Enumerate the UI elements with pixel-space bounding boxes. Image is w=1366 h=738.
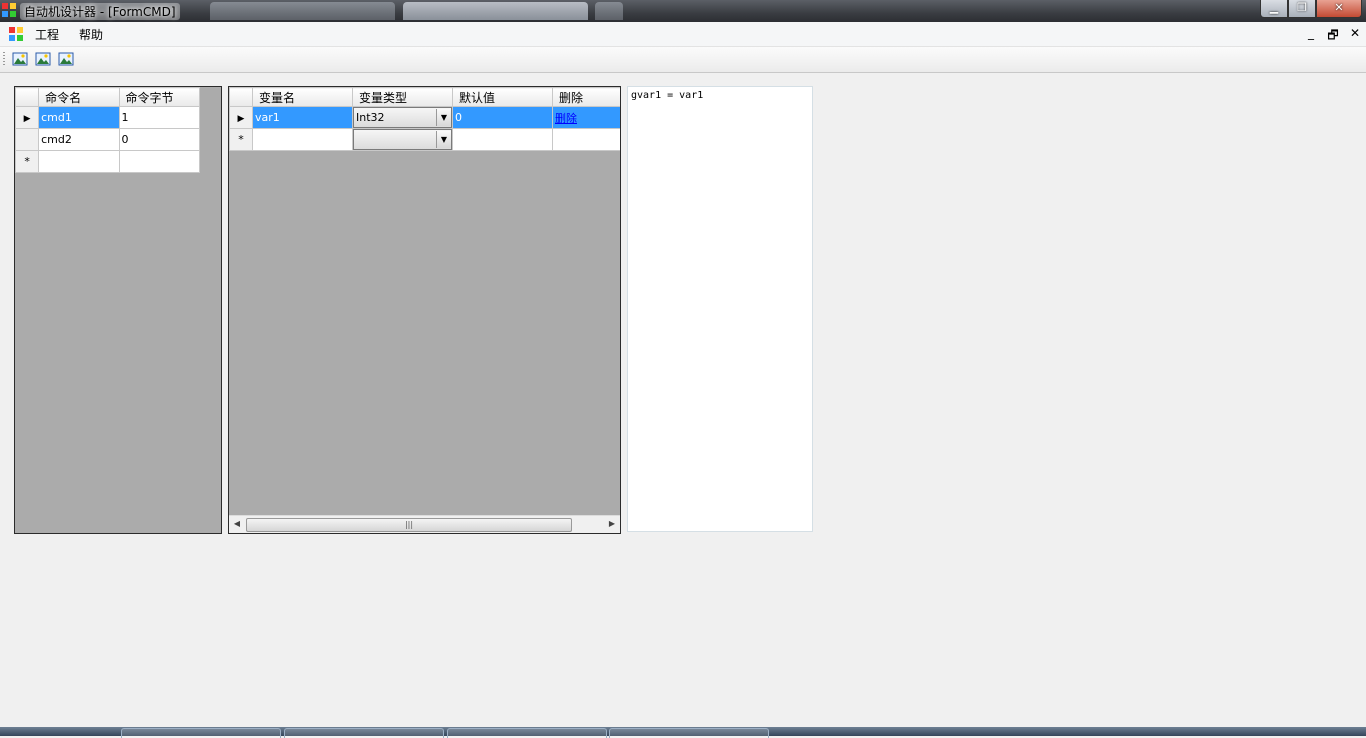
new-row-marker[interactable]: * [15, 150, 40, 173]
new-row-marker[interactable]: * [229, 128, 253, 151]
new-variable-type-combobox[interactable]: ▼ [353, 129, 452, 150]
menu-help[interactable]: 帮助 [79, 26, 103, 43]
toolbar [0, 47, 1366, 73]
variable-type-cell[interactable]: Int32 ▼ [352, 106, 453, 129]
row-header-corner [15, 87, 40, 107]
window-title: 自动机设计器 - [FormCMD] [20, 3, 180, 20]
taskbar-button[interactable] [121, 728, 281, 738]
taskbar [0, 727, 1366, 738]
scrollbar-thumb[interactable]: ||| [246, 518, 572, 532]
app-icon [2, 3, 16, 17]
delete-link[interactable]: 删除 [555, 112, 577, 125]
column-header-default-value[interactable]: 默认值 [452, 87, 553, 107]
variable-grid[interactable]: 变量名 变量类型 默认值 删除 ▶ var1 Int32 ▼ 0 删除 * ▼ … [228, 86, 621, 534]
new-row[interactable]: * [15, 150, 201, 173]
scroll-right-icon[interactable]: ▶ [605, 517, 619, 531]
new-default-value-cell[interactable] [452, 128, 553, 151]
mdi-child-icon[interactable] [8, 26, 24, 42]
command-byte-cell[interactable]: 0 [118, 128, 201, 151]
window-close-button[interactable]: ✕ [1316, 0, 1362, 18]
delete-cell[interactable]: 删除 [552, 106, 620, 129]
column-header-command-name[interactable]: 命令名 [38, 87, 120, 107]
variable-name-cell[interactable]: var1 [252, 106, 353, 129]
mdi-close-button[interactable]: ✕ [1348, 26, 1362, 47]
image-icon[interactable] [12, 51, 28, 67]
image-icon[interactable] [35, 51, 51, 67]
mdi-restore-button[interactable]: 🗗 [1326, 26, 1340, 47]
variable-type-combobox[interactable]: Int32 ▼ [353, 107, 452, 128]
row-header[interactable] [15, 128, 40, 151]
table-row[interactable]: cmd2 0 [15, 128, 201, 151]
horizontal-scrollbar[interactable]: ◀ ||| ▶ [229, 515, 620, 533]
column-header-command-byte[interactable]: 命令字节 [118, 87, 201, 107]
current-row-icon[interactable]: ▶ [15, 106, 40, 129]
new-variable-name-cell[interactable] [252, 128, 353, 151]
new-command-byte-cell[interactable] [118, 150, 201, 173]
taskbar-button[interactable] [447, 728, 607, 738]
current-row-icon[interactable]: ▶ [229, 106, 253, 129]
image-icon[interactable] [58, 51, 74, 67]
command-byte-cell[interactable]: 1 [118, 106, 201, 129]
window-minimize-button[interactable]: ▁ [1260, 0, 1288, 18]
default-value-cell[interactable]: 0 [452, 106, 553, 129]
new-command-name-cell[interactable] [38, 150, 120, 173]
toolbar-grip[interactable] [3, 52, 5, 66]
background-tab [403, 2, 588, 20]
chevron-down-icon[interactable]: ▼ [436, 131, 451, 148]
command-grid[interactable]: 命令名 命令字节 ▶ cmd1 1 cmd2 0 * [14, 86, 222, 534]
taskbar-button[interactable] [284, 728, 444, 738]
new-variable-type-cell[interactable]: ▼ [352, 128, 453, 151]
window-maximize-button[interactable]: ❐ [1288, 0, 1316, 18]
table-row[interactable]: ▶ var1 Int32 ▼ 0 删除 [229, 106, 620, 129]
background-tab [595, 2, 623, 20]
column-header-variable-type[interactable]: 变量类型 [352, 87, 453, 107]
variable-type-value: Int32 [356, 111, 385, 124]
generated-code-textbox[interactable]: gvar1 = var1 [627, 86, 813, 532]
column-header-delete[interactable]: 删除 [552, 87, 620, 107]
row-header-corner [229, 87, 253, 107]
background-tab [210, 2, 395, 20]
command-name-cell[interactable]: cmd1 [38, 106, 120, 129]
title-bar: 自动机设计器 - [FormCMD] ▁ ❐ ✕ [0, 0, 1366, 22]
table-row[interactable]: ▶ cmd1 1 [15, 106, 201, 129]
menu-bar: 工程 帮助 _ 🗗 ✕ [0, 22, 1366, 47]
new-row[interactable]: * ▼ [229, 128, 620, 151]
command-name-cell[interactable]: cmd2 [38, 128, 120, 151]
menu-project[interactable]: 工程 [35, 26, 59, 43]
new-delete-cell[interactable] [552, 128, 620, 151]
mdi-minimize-button[interactable]: _ [1304, 26, 1318, 47]
scroll-left-icon[interactable]: ◀ [230, 517, 244, 531]
taskbar-button[interactable] [609, 728, 769, 738]
chevron-down-icon[interactable]: ▼ [436, 109, 451, 126]
column-header-variable-name[interactable]: 变量名 [252, 87, 353, 107]
